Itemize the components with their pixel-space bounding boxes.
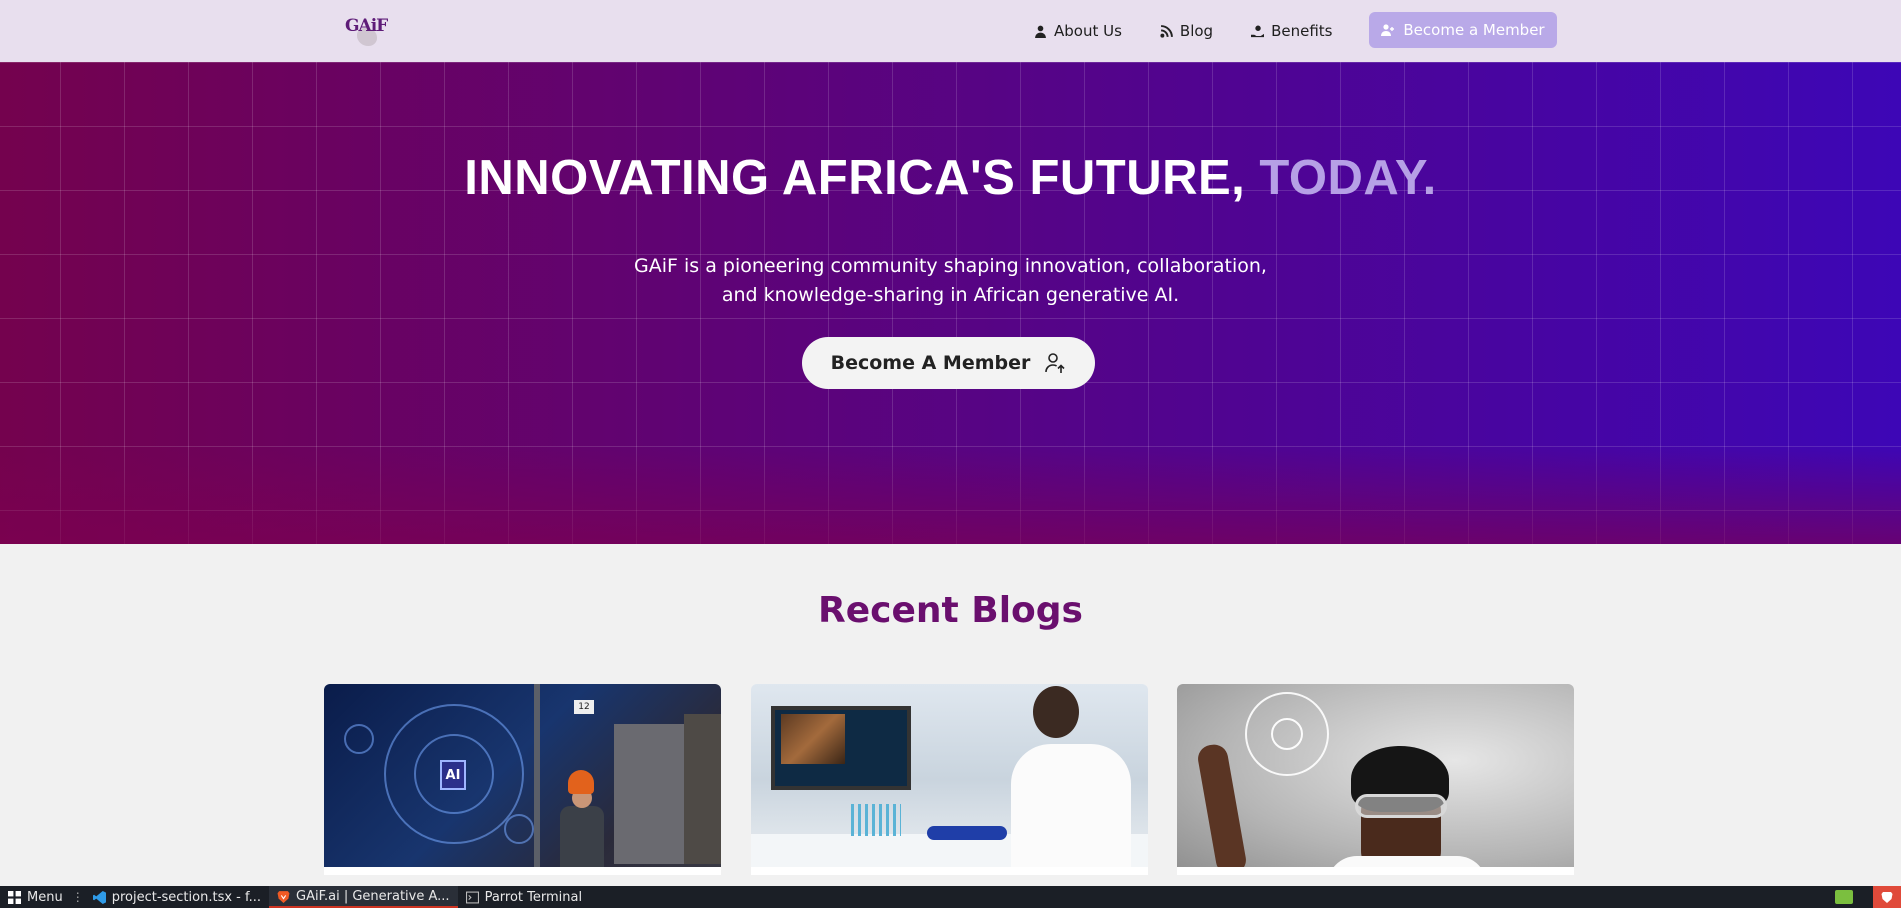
taskbar-item-vscode[interactable]: project-section.tsx - f... <box>85 886 269 908</box>
taskbar-item-terminal[interactable]: Parrot Terminal <box>458 886 591 908</box>
scientist-head <box>1033 686 1079 738</box>
user-arrow-up-icon <box>1045 353 1065 373</box>
monitor-image <box>781 714 845 764</box>
blog-card-1[interactable]: 12 AI <box>324 684 721 875</box>
user-plus-icon <box>1381 24 1395 36</box>
grid-menu-icon <box>8 890 21 904</box>
taskbar-item-label: Parrot Terminal <box>484 889 583 905</box>
hero-title: INNOVATING AFRICA'S FUTURE, TODAY. <box>0 150 1901 206</box>
safety-goggles <box>1355 794 1447 818</box>
taskbar-item-label: GAiF.ai | Generative A... <box>296 888 450 904</box>
hero-button-label: Become A Member <box>830 352 1031 374</box>
logo-text: GAiF <box>345 16 388 36</box>
nav-link-benefits[interactable]: Benefits <box>1251 22 1333 40</box>
nav-link-label: Benefits <box>1271 22 1333 40</box>
menu-label: Menu <box>27 889 63 905</box>
taskbar-item-browser[interactable]: GAiF.ai | Generative A... <box>269 886 458 908</box>
boxes <box>684 714 721 864</box>
become-member-nav-button[interactable]: Become a Member <box>1369 12 1557 48</box>
system-tray <box>1835 886 1901 908</box>
hologram-ring <box>1271 718 1303 750</box>
person-icon <box>1035 25 1046 38</box>
menu-button[interactable]: Menu <box>0 886 71 908</box>
ai-chip-icon: AI <box>440 760 466 790</box>
brave-icon <box>277 890 290 903</box>
rss-icon <box>1160 24 1173 38</box>
cta-label: Become a Member <box>1403 21 1545 39</box>
blog-card-body <box>324 867 721 875</box>
hero-subtitle-line-2: and knowledge-sharing in African generat… <box>721 284 1180 306</box>
nav-link-blog[interactable]: Blog <box>1160 22 1213 40</box>
terminal-icon <box>465 891 479 903</box>
brave-icon <box>1881 892 1893 903</box>
blog-card-2[interactable] <box>751 684 1148 875</box>
nav-link-label: About Us <box>1054 22 1122 40</box>
vscode-icon <box>92 890 106 904</box>
gaif-logo[interactable]: GAiF <box>343 14 388 48</box>
hero-title-main: INNOVATING AFRICA'S FUTURE, <box>464 151 1260 205</box>
blog-card-body <box>751 867 1148 875</box>
test-tubes <box>851 804 901 836</box>
nav-link-label: Blog <box>1179 22 1214 40</box>
hero-title-accent: TODAY. <box>1259 151 1437 205</box>
ai-ring-decor <box>504 814 534 844</box>
ai-ring-decor <box>344 724 374 754</box>
aisle-sign: 12 <box>574 700 594 714</box>
boxes <box>614 724 684 864</box>
become-member-hero-button[interactable]: Become A Member <box>802 337 1095 389</box>
worker-figure <box>560 806 604 868</box>
blog-card-3[interactable] <box>1177 684 1574 875</box>
shelf-post <box>534 684 540 875</box>
blue-glove <box>927 826 1007 840</box>
hand-user-icon <box>1251 25 1265 37</box>
screenshot-tray-icon[interactable] <box>1835 890 1853 904</box>
blog-card-body <box>1177 867 1574 875</box>
hero-bottom-fade <box>0 444 1901 544</box>
recent-blogs-heading: Recent Blogs <box>818 590 1083 631</box>
brave-tray-icon[interactable] <box>1873 886 1901 908</box>
hard-hat <box>568 770 594 794</box>
os-taskbar: Menu ⋮ project-section.tsx - f... GAiF.a… <box>0 886 1901 908</box>
nav-link-about-us[interactable]: About Us <box>1034 22 1122 40</box>
nav-links: About Us Blog Benefits <box>1034 0 1371 62</box>
hero-subtitle-line-1: GAiF is a pioneering community shaping i… <box>634 255 1267 277</box>
taskbar-separator: ⋮ <box>71 890 84 904</box>
hero-subtitle: GAiF is a pioneering community shaping i… <box>0 252 1901 310</box>
navbar: GAiF About Us Blog Benefits Become a Mem… <box>0 0 1901 62</box>
taskbar-item-label: project-section.tsx - f... <box>111 889 262 905</box>
lab-coat <box>1011 744 1131 875</box>
hero-section: INNOVATING AFRICA'S FUTURE, TODAY. GAiF … <box>0 62 1901 544</box>
pointing-arm <box>1195 742 1249 875</box>
